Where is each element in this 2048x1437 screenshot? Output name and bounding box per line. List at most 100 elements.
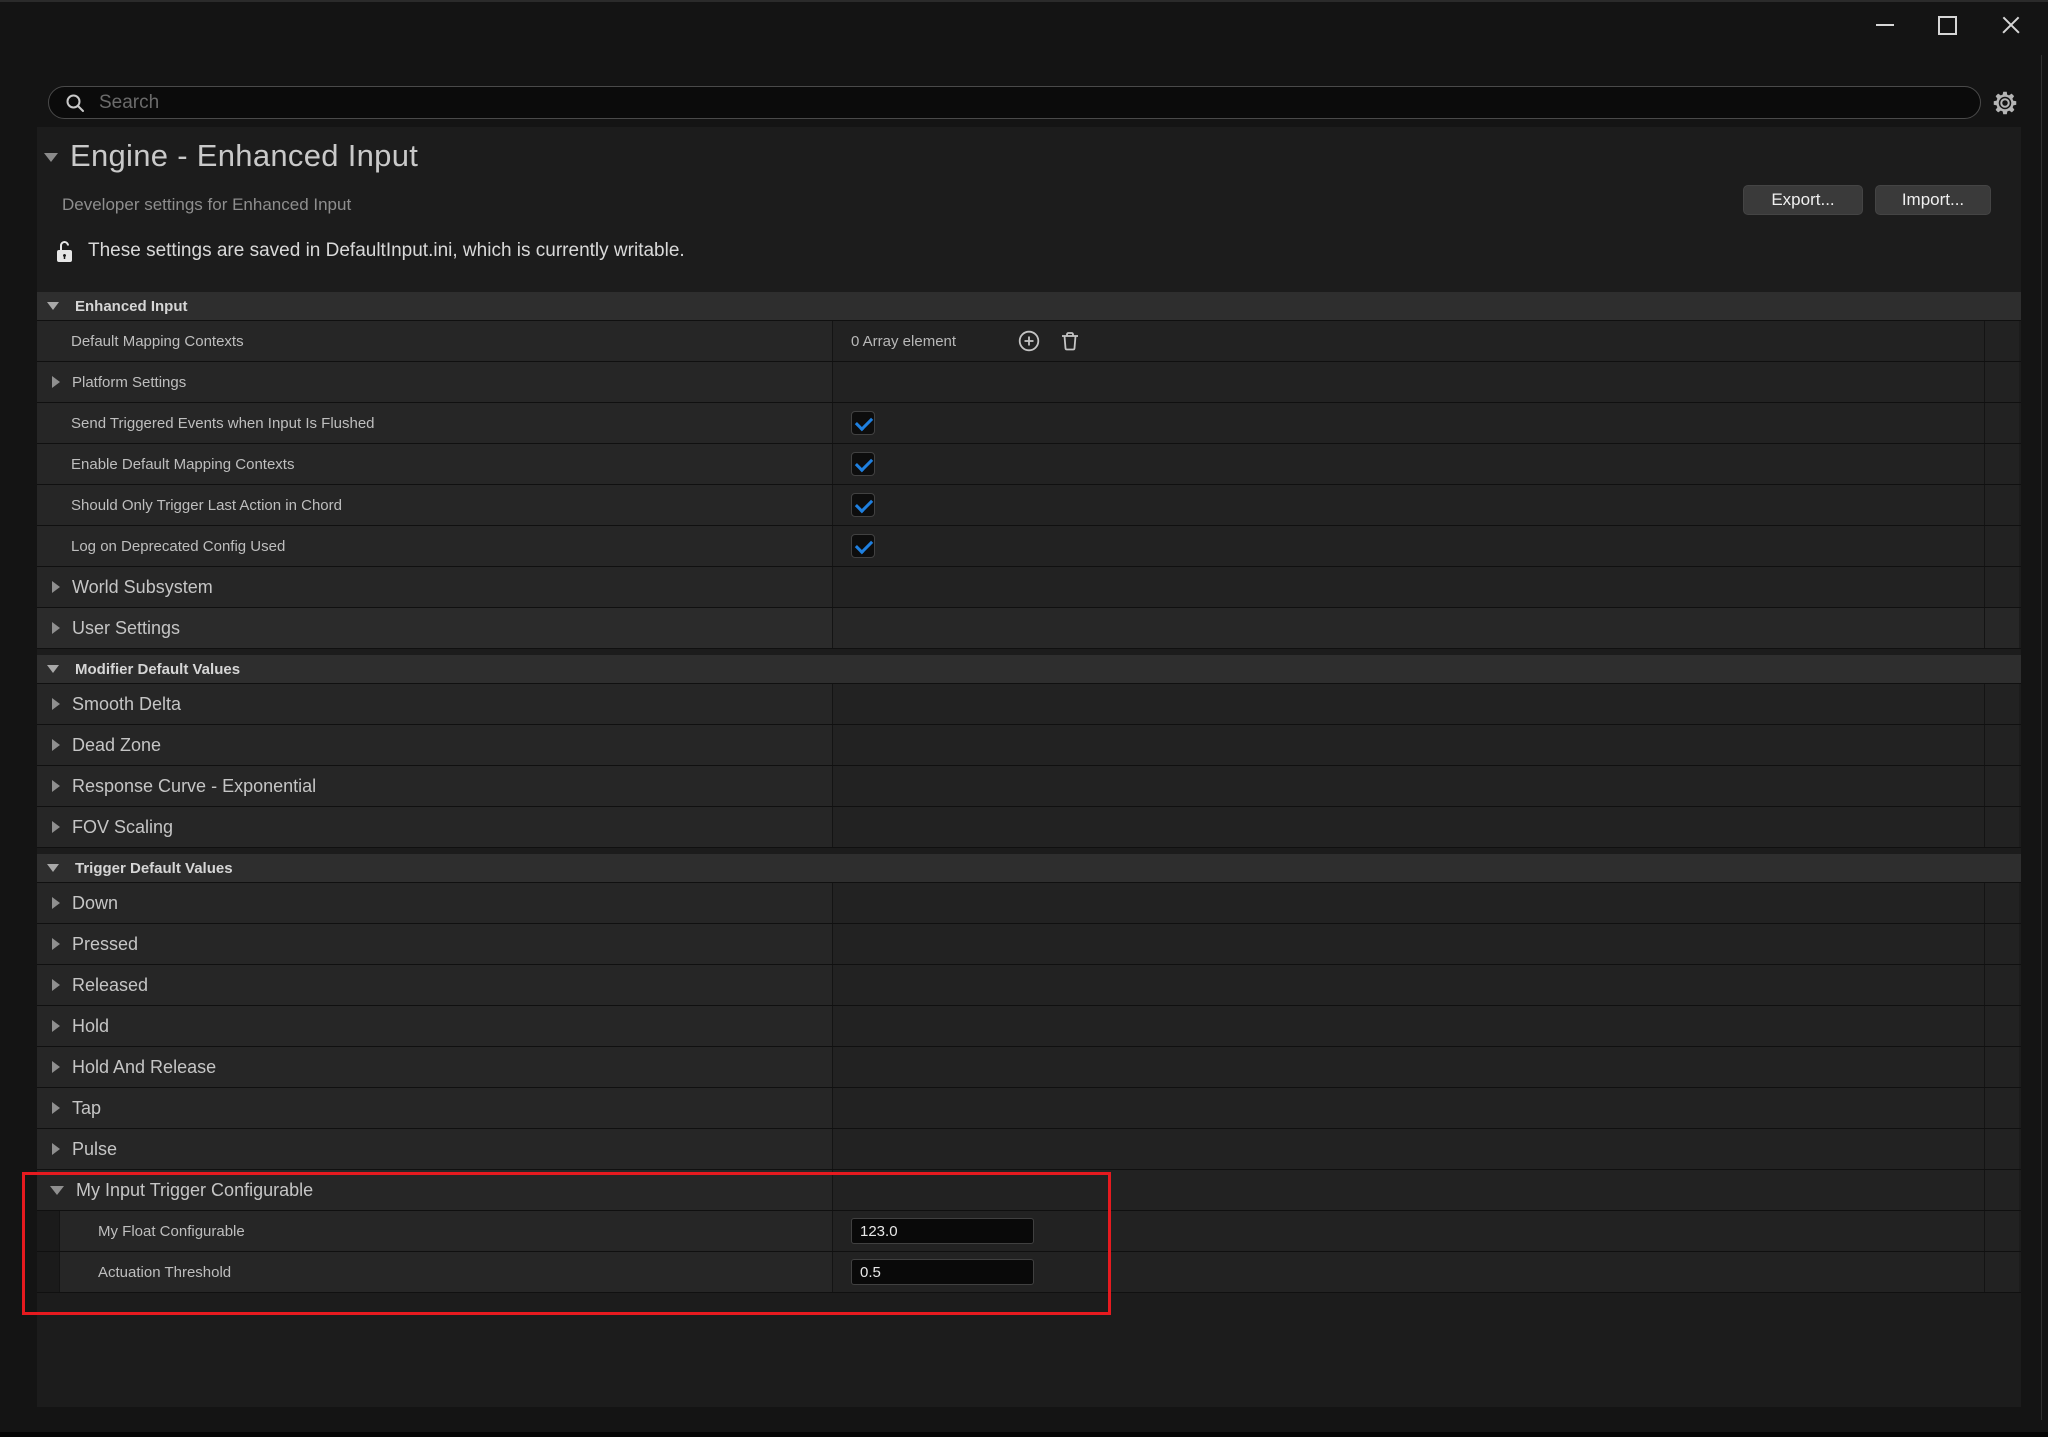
chevron-down-icon[interactable] — [50, 1186, 64, 1195]
category-trigger-default-values[interactable]: Trigger Default Values — [37, 854, 2021, 883]
property-label: Enable Default Mapping Contexts — [37, 456, 294, 473]
row-my-input-trigger-configurable[interactable]: My Input Trigger Configurable — [37, 1170, 2021, 1211]
label-cell: My Float Configurable — [60, 1211, 833, 1251]
property-label: Platform Settings — [72, 374, 186, 391]
chevron-right-icon[interactable] — [52, 979, 60, 991]
export-button[interactable]: Export... — [1743, 185, 1863, 215]
label-cell: Response Curve - Exponential — [37, 766, 833, 806]
category-enhanced-input[interactable]: Enhanced Input — [37, 292, 2021, 321]
category-modifier-default-values[interactable]: Modifier Default Values — [37, 655, 2021, 684]
label-cell: Dead Zone — [37, 725, 833, 765]
page-title-caret-icon[interactable] — [44, 153, 58, 162]
chevron-right-icon[interactable] — [52, 1061, 60, 1073]
chevron-right-icon[interactable] — [52, 780, 60, 792]
label-cell: Enable Default Mapping Contexts — [37, 444, 833, 484]
chevron-right-icon[interactable] — [52, 739, 60, 751]
value-cell — [833, 883, 1985, 923]
value-cell — [833, 608, 1985, 648]
checkbox-checked[interactable] — [851, 452, 875, 476]
row-tap[interactable]: Tap — [37, 1088, 2021, 1129]
chevron-right-icon[interactable] — [52, 376, 60, 388]
row-released[interactable]: Released — [37, 965, 2021, 1006]
reset-cell — [1985, 526, 2019, 566]
row-user-settings[interactable]: User Settings — [37, 608, 2021, 649]
row-smooth-delta[interactable]: Smooth Delta — [37, 684, 2021, 725]
check-icon — [855, 413, 873, 431]
row-down[interactable]: Down — [37, 883, 2021, 924]
row-platform-settings[interactable]: Platform Settings — [37, 362, 2021, 403]
row-world-subsystem[interactable]: World Subsystem — [37, 567, 2021, 608]
import-button[interactable]: Import... — [1875, 185, 1991, 215]
add-array-element-button[interactable] — [1018, 330, 1040, 352]
reset-cell — [1985, 1252, 2019, 1292]
label-cell: Default Mapping Contexts — [37, 321, 833, 361]
value-cell — [833, 725, 1985, 765]
search-bar[interactable] — [48, 86, 1981, 119]
settings-table: Enhanced Input Default Mapping Contexts … — [37, 292, 2021, 1293]
checkbox-checked[interactable] — [851, 534, 875, 558]
row-dead-zone[interactable]: Dead Zone — [37, 725, 2021, 766]
checkbox-checked[interactable] — [851, 493, 875, 517]
label-cell: FOV Scaling — [37, 807, 833, 847]
maximize-icon — [1938, 16, 1957, 35]
chevron-down-icon — [47, 864, 59, 872]
maximize-button[interactable] — [1930, 10, 1964, 40]
chevron-right-icon[interactable] — [52, 622, 60, 634]
chevron-right-icon[interactable] — [52, 938, 60, 950]
chevron-right-icon[interactable] — [52, 1143, 60, 1155]
minimize-button[interactable] — [1868, 10, 1902, 40]
label-cell: Platform Settings — [37, 362, 833, 402]
reset-cell — [1985, 362, 2019, 402]
property-label: Log on Deprecated Config Used — [37, 538, 285, 555]
value-cell — [833, 485, 1985, 525]
reset-cell — [1985, 965, 2019, 1005]
chevron-right-icon[interactable] — [52, 897, 60, 909]
chevron-down-icon — [47, 302, 59, 310]
search-input[interactable] — [97, 91, 1968, 115]
row-send-triggered-events: Send Triggered Events when Input Is Flus… — [37, 403, 2021, 444]
reset-cell — [1985, 485, 2019, 525]
row-default-mapping-contexts: Default Mapping Contexts 0 Array element — [37, 321, 2021, 362]
object-label: My Input Trigger Configurable — [76, 1180, 313, 1201]
row-hold[interactable]: Hold — [37, 1006, 2021, 1047]
row-hold-and-release[interactable]: Hold And Release — [37, 1047, 2021, 1088]
chevron-right-icon[interactable] — [52, 1102, 60, 1114]
property-label: Should Only Trigger Last Action in Chord — [37, 497, 342, 514]
close-icon — [2002, 16, 2020, 34]
object-label: Hold And Release — [72, 1057, 216, 1078]
search-icon — [65, 93, 85, 113]
label-cell: Log on Deprecated Config Used — [37, 526, 833, 566]
category-label: Trigger Default Values — [75, 860, 233, 877]
property-label: Actuation Threshold — [98, 1264, 231, 1281]
unlocked-padlock-icon — [56, 238, 76, 264]
row-pulse[interactable]: Pulse — [37, 1129, 2021, 1170]
row-response-curve-exponential[interactable]: Response Curve - Exponential — [37, 766, 2021, 807]
reset-cell — [1985, 1129, 2019, 1169]
my-float-configurable-input[interactable] — [851, 1218, 1034, 1244]
chevron-down-icon — [47, 665, 59, 673]
value-cell — [833, 444, 1985, 484]
row-pressed[interactable]: Pressed — [37, 924, 2021, 965]
chevron-right-icon[interactable] — [52, 821, 60, 833]
checkbox-checked[interactable] — [851, 411, 875, 435]
chevron-right-icon[interactable] — [52, 698, 60, 710]
check-icon — [855, 536, 873, 554]
close-button[interactable] — [1994, 10, 2028, 40]
value-cell — [833, 1047, 1985, 1087]
value-cell — [833, 362, 1985, 402]
chevron-right-icon[interactable] — [52, 581, 60, 593]
clear-array-button[interactable] — [1059, 330, 1081, 352]
property-label: Send Triggered Events when Input Is Flus… — [37, 415, 375, 432]
object-label: Pulse — [72, 1139, 117, 1160]
settings-gear-button[interactable] — [1990, 88, 2020, 118]
check-icon — [855, 454, 873, 472]
object-label: FOV Scaling — [72, 817, 173, 838]
label-cell: Hold And Release — [37, 1047, 833, 1087]
reset-cell — [1985, 807, 2019, 847]
row-enable-default-mapping-contexts: Enable Default Mapping Contexts — [37, 444, 2021, 485]
object-label: User Settings — [72, 618, 180, 639]
chevron-right-icon[interactable] — [52, 1020, 60, 1032]
row-fov-scaling[interactable]: FOV Scaling — [37, 807, 2021, 848]
window-titlebar[interactable] — [0, 2, 2048, 40]
actuation-threshold-input[interactable] — [851, 1259, 1034, 1285]
